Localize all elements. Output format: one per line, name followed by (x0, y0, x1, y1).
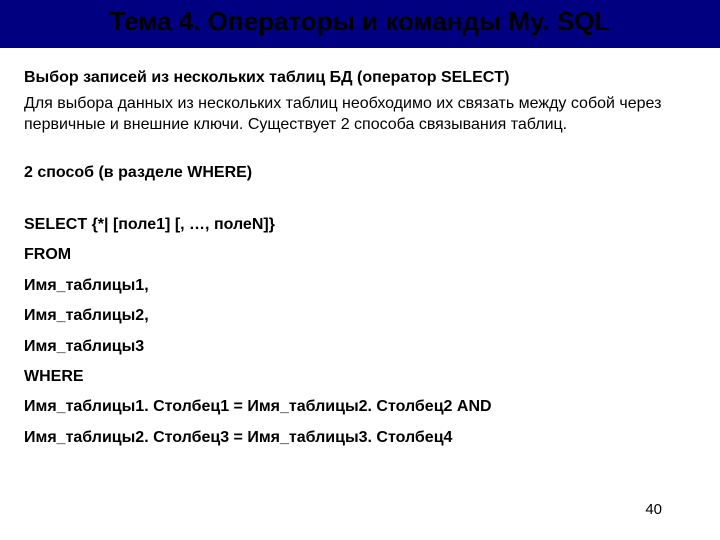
code-line: Имя_таблицы3 (24, 332, 696, 362)
code-line: Имя_таблицы2, (24, 301, 696, 331)
code-line: FROM (24, 240, 696, 270)
code-line: SELECT {*| [поле1] [, …, полеN]} (24, 210, 696, 240)
page-number: 40 (645, 501, 662, 518)
slide-title: Тема 4. Операторы и команды My. SQL (0, 6, 720, 37)
method-title: 2 способ (в разделе WHERE) (24, 164, 696, 182)
code-line: Имя_таблицы1. Столбец1 = Имя_таблицы2. С… (24, 392, 696, 422)
subtitle: Выбор записей из нескольких таблиц БД (о… (24, 68, 696, 89)
content-area: Выбор записей из нескольких таблиц БД (о… (0, 48, 720, 453)
code-line: Имя_таблицы2. Столбец3 = Имя_таблицы3. С… (24, 423, 696, 453)
body-text: Для выбора данных из нескольких таблиц н… (24, 93, 696, 136)
code-line: Имя_таблицы1, (24, 271, 696, 301)
code-block: SELECT {*| [поле1] [, …, полеN]} FROM Им… (24, 210, 696, 453)
code-line: WHERE (24, 362, 696, 392)
